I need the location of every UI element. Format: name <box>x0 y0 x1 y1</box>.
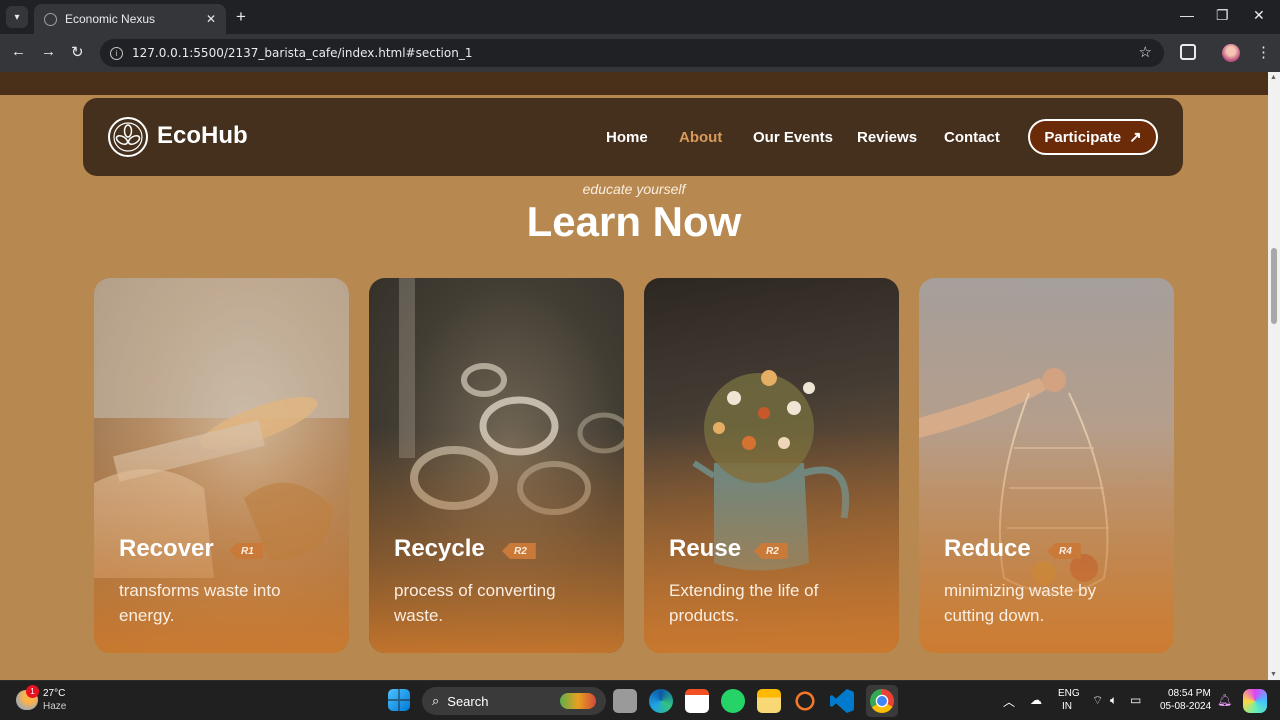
microsoft-store-icon[interactable] <box>685 689 709 713</box>
clock-time[interactable]: 08:54 PM <box>1168 688 1211 699</box>
participate-label: Participate <box>1044 128 1122 146</box>
previous-section-strip <box>0 72 1268 95</box>
card-title: Recover <box>119 535 214 562</box>
jupyter-icon[interactable] <box>793 689 817 713</box>
nav-link-our-events[interactable]: Our Events <box>753 129 833 146</box>
card-title: Recycle <box>394 535 485 562</box>
tab-title: Economic Nexus <box>65 12 156 26</box>
copilot-icon[interactable] <box>1243 689 1267 713</box>
browser-tab[interactable]: Economic Nexus ✕ <box>34 4 226 34</box>
weather-notification-badge: 1 <box>26 685 39 698</box>
site-header: EcoHub Home About Our Events Reviews Con… <box>83 98 1183 176</box>
nav-link-about[interactable]: About <box>679 129 722 146</box>
extensions-icon[interactable] <box>1180 44 1196 60</box>
card-description: Extending the life of products. <box>669 581 819 625</box>
scroll-up-arrow-icon[interactable]: ▲ <box>1270 74 1277 81</box>
card-recover[interactable]: Recover R1 transforms waste into energy. <box>94 278 349 653</box>
close-tab-icon[interactable]: ✕ <box>206 12 216 26</box>
browser-menu-icon[interactable]: ⋮ <box>1256 43 1271 61</box>
new-tab-button[interactable]: + <box>236 7 246 27</box>
taskbar-search[interactable]: ⌕ Search <box>422 687 606 715</box>
url-text: 127.0.0.1:5500/2137_barista_cafe/index.h… <box>132 46 473 60</box>
tab-search-button[interactable]: ▾ <box>6 6 28 28</box>
weather-temp: 27°C <box>43 688 66 699</box>
windows-taskbar: 1 27°C Haze ⌕ Search ︿ ☁ ENG IN ⌔ 🔈︎ ▭ 0… <box>0 680 1280 720</box>
chevron-up-icon[interactable]: ︿ <box>1003 693 1015 710</box>
onedrive-icon[interactable]: ☁ <box>1030 693 1042 707</box>
search-icon: ⌕ <box>432 693 440 708</box>
scroll-down-arrow-icon[interactable]: ▼ <box>1270 671 1277 678</box>
clock-date[interactable]: 05-08-2024 <box>1160 701 1211 712</box>
search-highlight-icon <box>560 693 596 709</box>
volume-icon[interactable]: 🔈︎ <box>1110 693 1117 708</box>
file-explorer-icon[interactable] <box>757 689 781 713</box>
globe-icon <box>44 12 57 26</box>
forward-button[interactable]: → <box>41 43 56 60</box>
card-description: process of converting waste. <box>394 581 556 625</box>
page-scrollbar[interactable]: ▲ ▼ <box>1268 72 1280 680</box>
reload-button[interactable]: ↻ <box>71 43 84 61</box>
profile-avatar[interactable] <box>1222 44 1240 62</box>
edge-browser-icon[interactable] <box>649 689 673 713</box>
weather-desc: Haze <box>43 701 67 712</box>
leaf-logo-icon[interactable] <box>108 117 148 157</box>
address-bar[interactable]: i 127.0.0.1:5500/2137_barista_cafe/index… <box>100 39 1164 67</box>
brand-name[interactable]: EcoHub <box>157 122 248 150</box>
battery-icon[interactable]: ▭ <box>1130 693 1141 707</box>
card-description: minimizing waste by cutting down. <box>944 581 1097 625</box>
minimize-button[interactable]: — <box>1180 7 1194 23</box>
nav-link-reviews[interactable]: Reviews <box>857 129 917 146</box>
bookmark-star-icon[interactable]: ☆ <box>1139 43 1152 61</box>
browser-titlebar: ▾ Economic Nexus ✕ + — ❐ ✕ <box>0 0 1280 34</box>
section-eyebrow: educate yourself <box>582 181 686 197</box>
site-info-icon[interactable]: i <box>110 46 123 60</box>
back-button[interactable]: ← <box>11 43 26 60</box>
nav-link-contact[interactable]: Contact <box>944 129 1000 146</box>
language-line2[interactable]: IN <box>1062 701 1072 712</box>
nav-link-home[interactable]: Home <box>606 129 648 146</box>
arrow-up-right-icon: ↗ <box>1129 129 1142 146</box>
card-description: transforms waste into energy. <box>119 581 281 625</box>
task-view-icon[interactable] <box>613 689 637 713</box>
card-title: Reuse <box>669 535 742 562</box>
close-window-button[interactable]: ✕ <box>1253 7 1265 24</box>
card-title: Reduce <box>944 535 1031 562</box>
page-viewport: EcoHub Home About Our Events Reviews Con… <box>0 72 1268 680</box>
card-reduce[interactable]: Reduce R4 minimizing waste by cutting do… <box>919 278 1174 653</box>
participate-button[interactable]: Participate ↗ <box>1028 119 1158 155</box>
card-reuse[interactable]: Reuse R2 Extending the life of products. <box>644 278 899 653</box>
browser-toolbar: ← → ↻ i 127.0.0.1:5500/2137_barista_cafe… <box>0 34 1280 72</box>
language-line1[interactable]: ENG <box>1058 688 1080 699</box>
card-recycle[interactable]: Recycle R2 process of converting waste. <box>369 278 624 653</box>
wifi-icon[interactable]: ⌔ <box>1092 693 1103 708</box>
restore-button[interactable]: ❐ <box>1216 7 1229 24</box>
section-title: Learn Now <box>526 198 742 245</box>
whatsapp-icon[interactable] <box>721 689 745 713</box>
vscode-icon[interactable] <box>830 689 854 713</box>
notification-bell-icon[interactable]: 🔔︎ <box>1217 693 1232 707</box>
scrollbar-thumb[interactable] <box>1271 248 1277 324</box>
taskbar-search-label: Search <box>447 693 489 709</box>
windows-start-icon[interactable] <box>388 689 410 711</box>
chrome-icon[interactable] <box>870 689 894 713</box>
